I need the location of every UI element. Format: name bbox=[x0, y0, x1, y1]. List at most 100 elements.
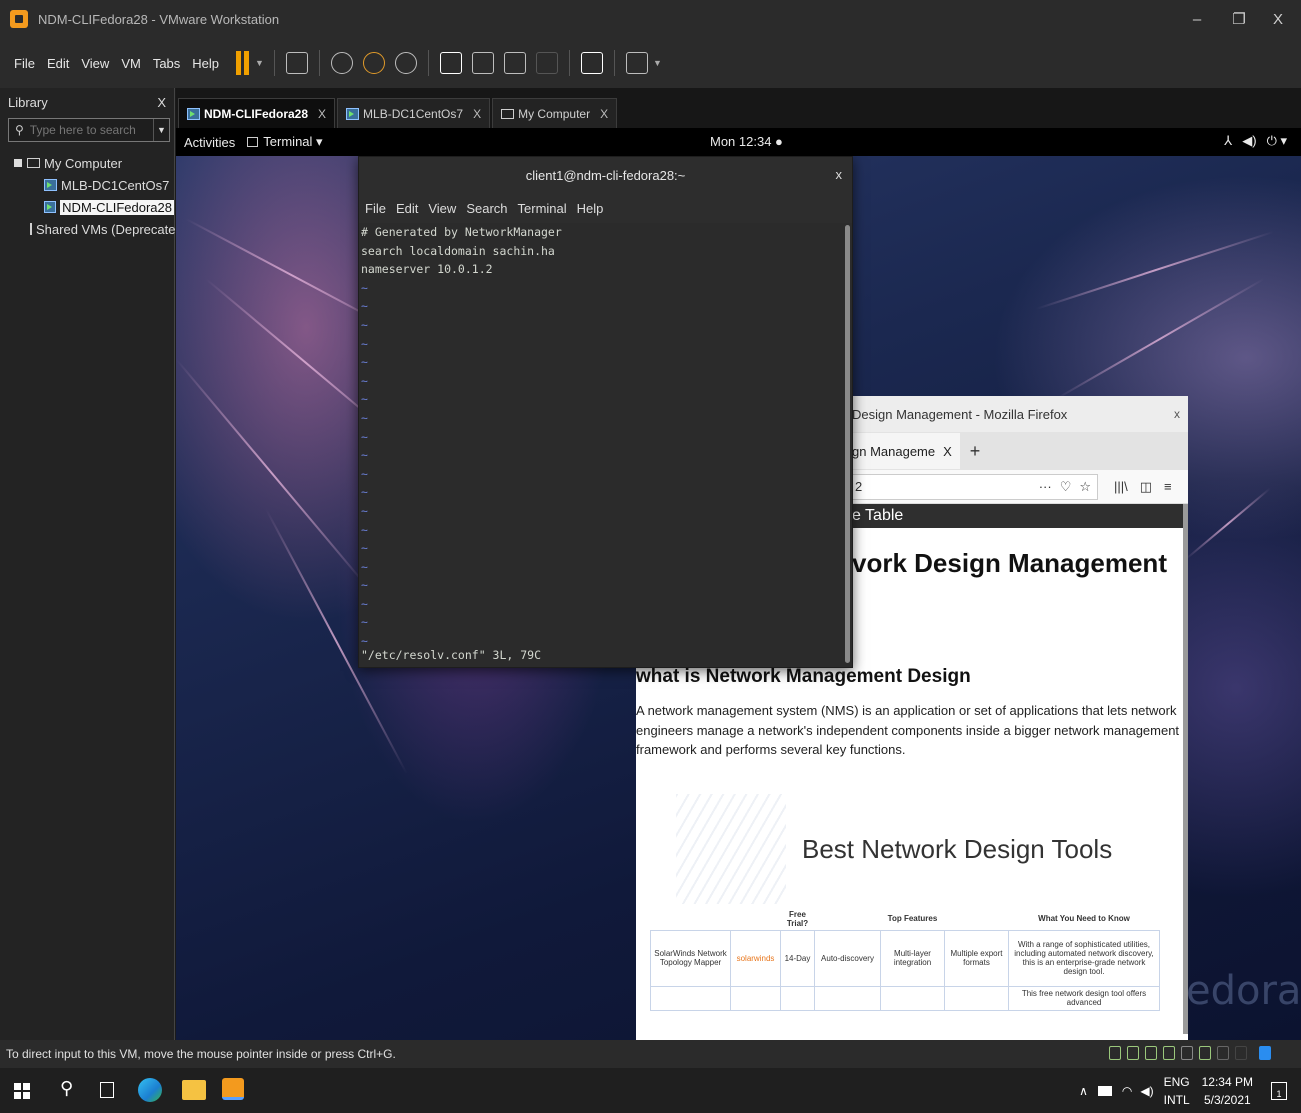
terminal-output[interactable]: # Generated by NetworkManager search loc… bbox=[359, 223, 852, 667]
full-screen-icon[interactable] bbox=[503, 52, 526, 74]
snapshot-icon[interactable] bbox=[330, 52, 353, 74]
vmware-taskbar-icon[interactable] bbox=[222, 1078, 244, 1100]
menu-file[interactable]: File bbox=[8, 56, 41, 71]
url-bar[interactable]: 2 ··· ♡ ☆ bbox=[852, 473, 1098, 500]
message-icon[interactable] bbox=[1235, 1046, 1247, 1060]
menu-tabs[interactable]: Tabs bbox=[147, 56, 186, 71]
network-adapter-icon[interactable] bbox=[1163, 1046, 1175, 1060]
vim-status-line: "/etc/resolv.conf" 3L, 79C bbox=[361, 648, 542, 663]
windows-start-icon[interactable] bbox=[14, 1083, 30, 1099]
maximize-button[interactable]: ❐ bbox=[1219, 0, 1259, 38]
tab-ndm-clifedora28[interactable]: NDM-CLIFedora28 X bbox=[178, 98, 336, 128]
wallpaper-streak bbox=[1035, 230, 1275, 310]
new-tab-button[interactable]: + bbox=[970, 441, 981, 462]
table-of-contents-bar[interactable]: e Table bbox=[852, 504, 1188, 528]
vim-tilde-line: ~ bbox=[361, 299, 368, 314]
table-cell bbox=[730, 985, 781, 1011]
revert-snapshot-icon[interactable] bbox=[362, 52, 385, 74]
tab-mlb-dc1centos7[interactable]: MLB-DC1CentOs7 X bbox=[337, 98, 491, 128]
tree-item-my-computer[interactable]: My Computer bbox=[0, 152, 174, 174]
chevron-down-icon[interactable]: ▼ bbox=[255, 58, 264, 68]
menu-vm[interactable]: VM bbox=[115, 56, 147, 71]
notification-icon[interactable]: 1 bbox=[1271, 1081, 1287, 1100]
library-header: Library X bbox=[0, 88, 174, 116]
sidebar-icon[interactable]: ◫ bbox=[1140, 479, 1152, 495]
search-icon[interactable]: ⚲ bbox=[60, 1078, 73, 1099]
hamburger-menu-icon[interactable]: ≡ bbox=[1164, 479, 1172, 495]
firefox-scrollbar[interactable] bbox=[1183, 504, 1188, 1034]
terminal-close-button[interactable]: x bbox=[836, 167, 843, 182]
terminal-menu-view[interactable]: View bbox=[428, 201, 456, 216]
cd-dvd-icon[interactable] bbox=[1127, 1046, 1139, 1060]
firefox-close-button[interactable]: x bbox=[1174, 407, 1180, 421]
terminal-menu-search[interactable]: Search bbox=[466, 201, 507, 216]
gnome-clock[interactable]: Mon 12:34 ● bbox=[710, 134, 783, 149]
close-icon[interactable]: X bbox=[943, 444, 952, 459]
wifi-icon[interactable]: ◠ bbox=[1122, 1084, 1132, 1098]
battery-icon[interactable] bbox=[1097, 1085, 1112, 1096]
thumbnail-bar-icon[interactable] bbox=[471, 52, 494, 74]
language-indicator[interactable]: ENG INTL bbox=[1164, 1073, 1190, 1109]
terminal-menu-edit[interactable]: Edit bbox=[396, 201, 418, 216]
activities-button[interactable]: Activities bbox=[184, 135, 235, 150]
chevron-down-icon[interactable]: ▼ bbox=[653, 58, 662, 68]
send-ctrl-alt-del-icon[interactable] bbox=[285, 52, 308, 74]
terminal-app-menu[interactable]: Terminal ▾ bbox=[247, 134, 323, 150]
bookmark-star-icon[interactable]: ☆ bbox=[1079, 479, 1091, 495]
gnome-status-menu[interactable]: ⅄ ◀) ⏻ ▾ bbox=[1224, 133, 1287, 149]
menu-help[interactable]: Help bbox=[186, 56, 225, 71]
network-adapter-icon[interactable] bbox=[1145, 1046, 1157, 1060]
hard-disk-icon[interactable] bbox=[1109, 1046, 1121, 1060]
tab-my-computer[interactable]: My Computer X bbox=[492, 98, 618, 128]
library-close-button[interactable]: X bbox=[157, 95, 166, 110]
clock[interactable]: 12:34 PM 5/3/2021 bbox=[1202, 1073, 1253, 1109]
table-cell: SolarWinds Network Topology Mapper bbox=[650, 929, 731, 987]
firefox-tab[interactable]: gn Manageme X bbox=[852, 433, 960, 469]
close-button[interactable]: X bbox=[1258, 0, 1298, 38]
table-cell bbox=[780, 985, 815, 1011]
close-icon[interactable]: X bbox=[473, 107, 481, 121]
terminal-menu-terminal[interactable]: Terminal bbox=[518, 201, 567, 216]
stretch-guest-icon[interactable] bbox=[625, 52, 648, 74]
table-header-cell bbox=[651, 908, 731, 930]
library-search[interactable]: ⚲ ▼ bbox=[8, 118, 170, 142]
minimize-button[interactable]: – bbox=[1177, 0, 1217, 38]
suspend-icon[interactable] bbox=[235, 51, 251, 75]
vm-tabbar: NDM-CLIFedora28 X MLB-DC1CentOs7 X My Co… bbox=[176, 88, 1301, 128]
guest-desktop[interactable]: Activities Terminal ▾ Mon 12:34 ● ⅄ ◀) ⏻… bbox=[176, 128, 1301, 1040]
pocket-icon[interactable]: ♡ bbox=[1060, 479, 1072, 495]
chevron-down-icon[interactable]: ▼ bbox=[153, 119, 169, 141]
task-view-icon[interactable] bbox=[100, 1082, 114, 1098]
tree-item-mlb-dc1centos7[interactable]: MLB-DC1CentOs7 bbox=[0, 174, 174, 196]
vm-status-icon[interactable] bbox=[1259, 1046, 1271, 1060]
terminal-menu-help[interactable]: Help bbox=[577, 201, 604, 216]
sound-card-icon[interactable] bbox=[1199, 1046, 1211, 1060]
console-view-icon[interactable] bbox=[580, 52, 603, 74]
collapse-icon[interactable] bbox=[14, 159, 22, 167]
display-icon[interactable] bbox=[1217, 1046, 1229, 1060]
terminal-line: nameserver 10.0.1.2 bbox=[361, 262, 493, 277]
library-icon[interactable]: |||\ bbox=[1114, 479, 1128, 495]
close-icon[interactable]: X bbox=[600, 107, 608, 121]
tree-item-shared-vms[interactable]: Shared VMs (Deprecated) bbox=[0, 218, 187, 240]
status-hint: To direct input to this VM, move the mou… bbox=[6, 1047, 396, 1061]
terminal-menu-file[interactable]: File bbox=[365, 201, 386, 216]
unity-icon[interactable] bbox=[535, 52, 558, 74]
library-search-input[interactable] bbox=[29, 123, 148, 137]
show-library-icon[interactable] bbox=[439, 52, 462, 74]
snapshot-manager-icon[interactable] bbox=[394, 52, 417, 74]
terminal-scrollbar[interactable] bbox=[845, 225, 850, 663]
page-actions-icon[interactable]: ··· bbox=[1039, 479, 1052, 495]
menu-edit[interactable]: Edit bbox=[41, 56, 75, 71]
file-explorer-icon[interactable] bbox=[182, 1080, 206, 1100]
vim-tilde-line: ~ bbox=[361, 596, 368, 611]
chevron-up-icon[interactable]: ∧ bbox=[1079, 1084, 1088, 1098]
library-panel: Library X ⚲ ▼ My Computer MLB-DC1CentOs7… bbox=[0, 88, 187, 1040]
close-icon[interactable]: X bbox=[318, 107, 326, 121]
volume-icon[interactable]: ◀) bbox=[1140, 1084, 1153, 1098]
tree-item-ndm-clifedora28[interactable]: NDM-CLIFedora28 bbox=[0, 196, 174, 218]
menu-view[interactable]: View bbox=[75, 56, 115, 71]
printer-icon[interactable] bbox=[1181, 1046, 1193, 1060]
vim-tilde-line: ~ bbox=[361, 466, 368, 481]
edge-browser-icon[interactable] bbox=[138, 1078, 162, 1102]
